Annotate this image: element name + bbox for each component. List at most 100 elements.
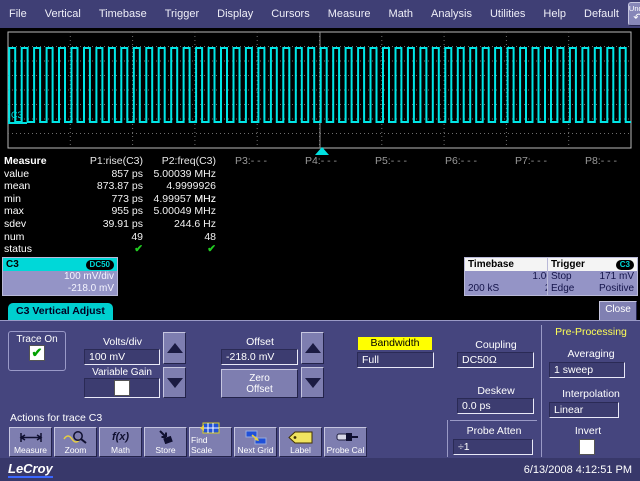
lecroy-logo: LeCroy <box>8 461 53 478</box>
measure-row-label: min <box>0 193 62 206</box>
trigger-mode: Stop <box>551 271 572 283</box>
interpolation-field[interactable]: Linear <box>549 402 619 418</box>
menu-measure[interactable]: Measure <box>319 8 380 20</box>
measure-cell <box>566 168 636 181</box>
undo-button[interactable]: Undo ↶ <box>628 2 640 26</box>
measure-row: min773 ps4.99957 MHz <box>0 193 640 206</box>
coupling-field[interactable]: DC50Ω <box>457 352 534 368</box>
measure-cell <box>426 231 496 244</box>
store-button-label: Store <box>155 445 175 455</box>
math-button[interactable]: f(x) Math <box>99 427 142 457</box>
probe-atten-label: Probe Atten <box>455 425 533 437</box>
c3-descriptor-header: C3 DC50 <box>3 258 117 271</box>
menu-display[interactable]: Display <box>208 8 262 20</box>
measure-column-header[interactable]: P5:- - - <box>356 155 426 168</box>
c3-descriptor-box[interactable]: C3 DC50 100 mV/div -218.0 mV <box>2 257 118 296</box>
measure-row: value857 ps5.00039 MHz <box>0 168 640 181</box>
measure-row: max955 ps5.00049 MHz <box>0 205 640 218</box>
measure-cell <box>566 193 636 206</box>
find-scale-button[interactable]: Find Scale <box>189 427 232 457</box>
volts-div-down-button[interactable] <box>163 367 186 398</box>
measure-cell <box>216 193 286 206</box>
trace-on-group: Trace On ✔ <box>8 331 66 371</box>
menu-math[interactable]: Math <box>380 8 422 20</box>
store-icon <box>156 429 176 445</box>
measure-cell <box>216 243 286 256</box>
measure-column-header[interactable]: P8:- - - <box>566 155 636 168</box>
variable-gain-box: ✔ <box>84 378 160 398</box>
measure-cell <box>356 231 426 244</box>
measure-cell <box>356 218 426 231</box>
menu-analysis[interactable]: Analysis <box>422 8 481 20</box>
label-button[interactable]: Label <box>279 427 322 457</box>
measure-row: num4948 <box>0 231 640 244</box>
menu-default[interactable]: Default <box>575 8 628 20</box>
measure-cell <box>426 168 496 181</box>
bandwidth-field[interactable]: Full <box>357 352 434 368</box>
measure-column-header[interactable]: P2:freq(C3) <box>143 155 216 168</box>
variable-gain-label: Variable Gain <box>84 367 160 378</box>
measure-button-label: Measure <box>14 445 47 455</box>
measure-row-label: value <box>0 168 62 181</box>
measure-cell <box>286 243 356 256</box>
menu-utilities[interactable]: Utilities <box>481 8 534 20</box>
trigger-descriptor-body: Stop 171 mV Edge Positive <box>548 271 637 295</box>
measure-cell <box>216 205 286 218</box>
measure-cell: 773 ps <box>62 193 143 206</box>
deskew-field[interactable]: 0.0 ps <box>457 398 534 414</box>
close-button[interactable]: Close <box>599 301 637 321</box>
measure-cell <box>286 218 356 231</box>
measure-cell <box>286 231 356 244</box>
measure-column-header[interactable]: P4:- - - <box>286 155 356 168</box>
measure-cell <box>356 243 426 256</box>
trigger-descriptor-box[interactable]: Trigger C3 Stop 171 mV Edge Positive <box>547 257 638 296</box>
zoom-button[interactable]: Zoom <box>54 427 97 457</box>
trace-on-label: Trace On <box>16 334 57 345</box>
offset-up-button[interactable] <box>301 332 324 364</box>
measure-cell: 857 ps <box>62 168 143 181</box>
menu-timebase[interactable]: Timebase <box>90 8 156 20</box>
probe-cal-button[interactable]: Probe Cal <box>324 427 367 457</box>
menu-help[interactable]: Help <box>534 8 575 20</box>
c3-descriptor-body: 100 mV/div -218.0 mV <box>3 271 117 295</box>
measure-column-header[interactable]: P6:- - - <box>426 155 496 168</box>
offset-down-button[interactable] <box>301 367 324 398</box>
measure-cell <box>216 218 286 231</box>
measure-cell <box>496 218 566 231</box>
probe-atten-field[interactable]: ÷1 <box>453 439 533 455</box>
invert-checkbox[interactable]: ✔ <box>579 439 595 455</box>
offset-field[interactable]: -218.0 mV <box>221 349 298 365</box>
volts-div-up-button[interactable] <box>163 332 186 364</box>
measure-column-header[interactable]: P1:rise(C3) <box>62 155 143 168</box>
trigger-descriptor-header: Trigger C3 <box>548 258 637 271</box>
trace-on-checkbox[interactable]: ✔ <box>29 345 45 361</box>
averaging-field[interactable]: 1 sweep <box>549 362 625 378</box>
tab-c3-vertical-adjust[interactable]: C3 Vertical Adjust <box>8 303 113 320</box>
measure-cell <box>496 231 566 244</box>
measure-row-label: status <box>0 243 62 256</box>
measure-cell: 49 <box>62 231 143 244</box>
next-grid-button-label: Next Grid <box>238 445 274 455</box>
measure-cell: 39.91 ps <box>62 218 143 231</box>
variable-gain-checkbox[interactable]: ✔ <box>114 380 130 396</box>
measure-cell <box>426 193 496 206</box>
timebase-samples: 200 kS <box>468 283 499 295</box>
measure-cell: 955 ps <box>62 205 143 218</box>
menu-cursors[interactable]: Cursors <box>262 8 319 20</box>
trigger-title: Trigger <box>551 258 585 271</box>
measure-button[interactable]: Measure <box>9 427 52 457</box>
menu-vertical[interactable]: Vertical <box>36 8 90 20</box>
menu-file[interactable]: File <box>0 8 36 20</box>
measure-cell <box>426 218 496 231</box>
datetime-display: 6/13/2008 4:12:51 PM <box>524 464 632 476</box>
volts-div-field[interactable]: 100 mV <box>84 349 160 365</box>
measure-cell <box>356 168 426 181</box>
store-button[interactable]: Store <box>144 427 187 457</box>
zero-offset-button[interactable]: Zero Offset <box>221 369 298 398</box>
menu-trigger[interactable]: Trigger <box>156 8 208 20</box>
measure-column-header[interactable]: P3:- - - <box>216 155 286 168</box>
next-grid-button[interactable]: Next Grid <box>234 427 277 457</box>
measure-column-header[interactable]: P7:- - - <box>496 155 566 168</box>
menu-bar: File Vertical Timebase Trigger Display C… <box>0 0 640 28</box>
measure-cell <box>566 205 636 218</box>
